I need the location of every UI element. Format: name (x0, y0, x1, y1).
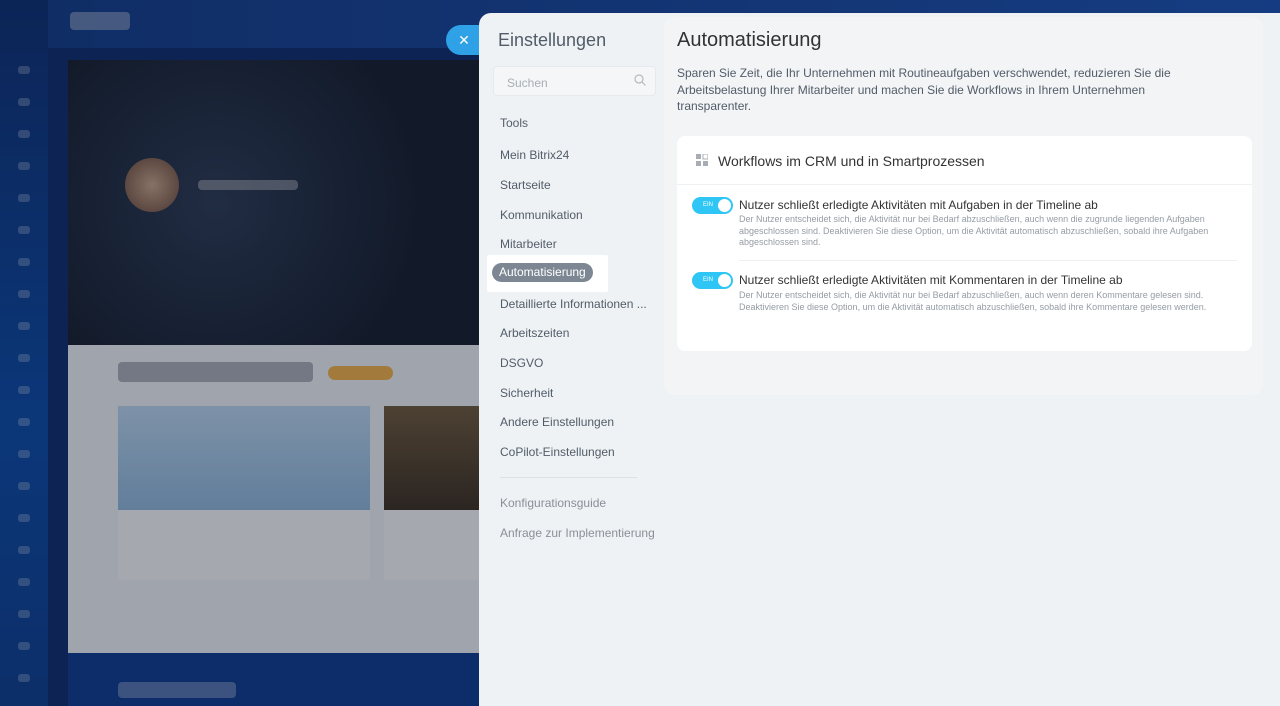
sidebar-item-startseite[interactable]: Startseite (500, 178, 551, 192)
toggle-comments-switch[interactable]: EIN (692, 272, 733, 289)
option-divider (739, 260, 1237, 261)
option-description: Der Nutzer entscheidet sich, die Aktivit… (739, 214, 1209, 247)
section-divider (677, 184, 1252, 185)
sidebar-item-sicherheit[interactable]: Sicherheit (500, 386, 553, 400)
sidebar-item-kommunikation[interactable]: Kommunikation (500, 208, 583, 222)
search-icon[interactable] (633, 73, 647, 87)
toggle-label: EIN (703, 277, 714, 283)
sidebar-item-detaillierte-informationen[interactable]: Detaillierte Informationen ... (500, 297, 647, 311)
toggle-label: EIN (703, 202, 714, 208)
sidebar-item-mitarbeiter[interactable]: Mitarbeiter (500, 237, 557, 251)
option-title: Nutzer schließt erledigte Aktivitäten mi… (739, 273, 1123, 287)
sidebar-title: Einstellungen (498, 30, 607, 50)
sidebar-item-automatisierung[interactable]: Automatisierung (492, 263, 593, 282)
toggle-tasks-switch[interactable]: EIN (692, 197, 733, 214)
section-title: Workflows im CRM und in Smartprozessen (718, 153, 985, 169)
sidebar-item-tools[interactable]: Tools (500, 116, 528, 130)
sidebar-link-anfrage-implementierung[interactable]: Anfrage zur Implementierung (500, 526, 655, 540)
toggle-knob (718, 274, 731, 287)
sidebar-item-andere-einstellungen[interactable]: Andere Einstellungen (500, 415, 614, 429)
sidebar-divider (500, 477, 637, 478)
search-input[interactable]: Suchen (507, 76, 548, 90)
sidebar-item-arbeitszeiten[interactable]: Arbeitszeiten (500, 326, 569, 340)
page-title: Automatisierung (677, 29, 822, 51)
sidebar-item-dsgvo[interactable]: DSGVO (500, 356, 543, 370)
sidebar-item-copilot-einstellungen[interactable]: CoPilot-Einstellungen (500, 445, 615, 459)
search-field[interactable]: Suchen (493, 66, 656, 96)
option-title: Nutzer schließt erledigte Aktivitäten mi… (739, 198, 1098, 212)
sidebar-item-mein-bitrix24[interactable]: Mein Bitrix24 (500, 148, 569, 162)
sidebar-link-konfigurationsguide[interactable]: Konfigurationsguide (500, 496, 606, 510)
close-slider-button[interactable]: ✕ (446, 25, 480, 55)
grid-icon (696, 154, 708, 166)
page-description: Sparen Sie Zeit, die Ihr Unternehmen mit… (677, 66, 1171, 113)
toggle-knob (718, 199, 731, 212)
close-icon: ✕ (458, 32, 470, 48)
option-description: Der Nutzer entscheidet sich, die Aktivit… (739, 290, 1207, 312)
